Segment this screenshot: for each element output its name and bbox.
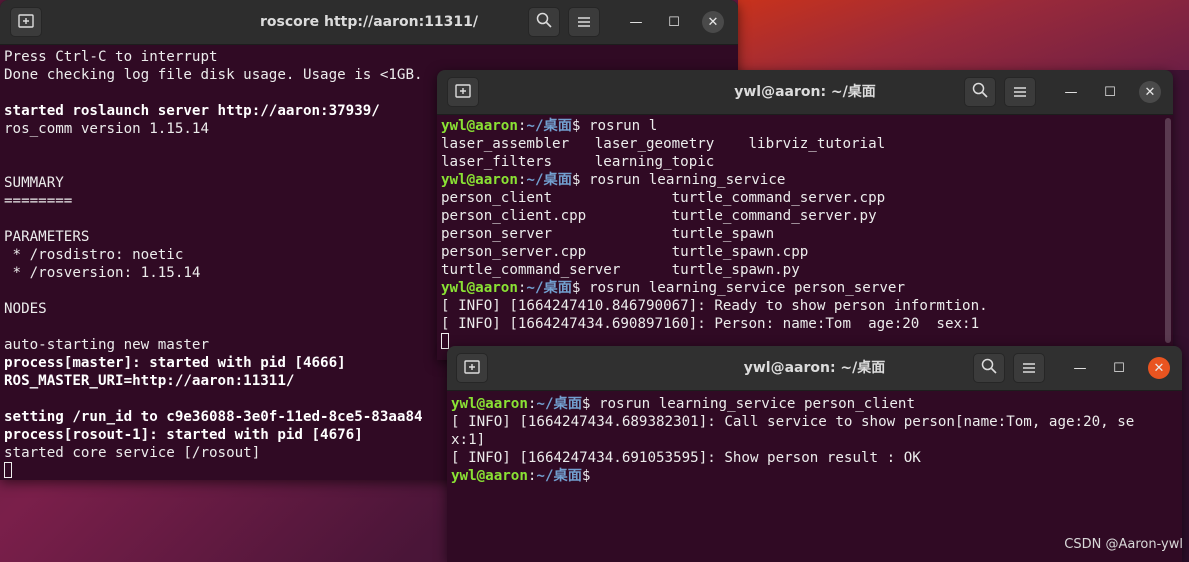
minimize-icon: —	[629, 14, 643, 30]
output-text: turtle_command_server turtle_spawn.py	[441, 262, 800, 278]
terminal-line: ywl@aaron:~/桌面$ rosrun l	[441, 117, 1173, 135]
search-button[interactable]	[964, 77, 996, 107]
new-tab-icon	[18, 13, 34, 32]
close-button[interactable]: ✕	[702, 11, 724, 33]
minimize-icon: —	[1064, 84, 1078, 100]
prompt-path: ~/桌面	[536, 468, 582, 484]
terminal-line: laser_assembler laser_geometry librviz_t…	[441, 135, 1173, 153]
command-text: rosrun learning_service person_client	[590, 396, 916, 412]
search-button[interactable]	[528, 7, 560, 37]
prompt-path: ~/桌面	[526, 118, 572, 134]
menu-button[interactable]	[1013, 353, 1045, 383]
maximize-button[interactable]: ☐	[1099, 81, 1121, 103]
prompt-user: ywl@aaron	[451, 396, 528, 412]
output-text: person_client.cpp turtle_command_server.…	[441, 208, 877, 224]
prompt-symbol: $	[581, 468, 591, 484]
cursor	[4, 462, 12, 478]
terminal-window-server: ywl@aaron: ~/桌面 — ☐ ✕ ywl@aaron:~/桌面$ ro…	[437, 70, 1173, 360]
output-text: [ INFO] [1664247434.690897160]: Person: …	[441, 316, 980, 332]
prompt-path: ~/桌面	[526, 280, 572, 296]
hamburger-menu-icon	[1022, 359, 1036, 378]
prompt-user: ywl@aaron	[441, 280, 518, 296]
search-icon	[536, 12, 552, 32]
prompt-user: ywl@aaron	[451, 468, 528, 484]
maximize-icon: ☐	[1113, 360, 1125, 376]
command-text: rosrun learning_service	[580, 172, 786, 188]
minimize-button[interactable]: —	[625, 11, 647, 33]
terminal-line: [ INFO] [1664247410.846790067]: Ready to…	[441, 297, 1173, 315]
hamburger-menu-icon	[577, 13, 591, 32]
terminal-line: ywl@aaron:~/桌面$ rosrun learning_service …	[441, 279, 1173, 297]
output-text: x:1]	[451, 432, 486, 448]
search-icon	[972, 82, 988, 102]
output-text: [ INFO] [1664247410.846790067]: Ready to…	[441, 298, 988, 314]
watermark: CSDN @Aaron-ywl	[1064, 537, 1183, 552]
close-icon: ✕	[1153, 360, 1165, 376]
maximize-button[interactable]: ☐	[1108, 357, 1130, 379]
minimize-icon: —	[1073, 360, 1087, 376]
scrollbar[interactable]	[1165, 118, 1171, 343]
new-tab-icon	[455, 83, 471, 102]
terminal-output[interactable]: ywl@aaron:~/桌面$ rosrun learning_service …	[447, 391, 1182, 485]
terminal-line: laser_filters learning_topic	[441, 153, 1173, 171]
maximize-button[interactable]: ☐	[663, 11, 685, 33]
terminal-line: Press Ctrl-C to interrupt	[4, 49, 218, 65]
prompt-user: ywl@aaron	[441, 118, 518, 134]
prompt-path: ~/桌面	[526, 172, 572, 188]
titlebar: ywl@aaron: ~/桌面 — ☐ ✕	[437, 70, 1173, 115]
terminal-line: ywl@aaron:~/桌面$ rosrun learning_service	[441, 171, 1173, 189]
terminal-line: ywl@aaron:~/桌面$ rosrun learning_service …	[451, 395, 1182, 413]
minimize-button[interactable]: —	[1060, 81, 1082, 103]
output-text: person_client turtle_command_server.cpp	[441, 190, 886, 206]
terminal-line: ywl@aaron:~/桌面$	[451, 467, 1182, 485]
output-text: laser_filters learning_topic	[441, 154, 715, 170]
search-icon	[981, 358, 997, 378]
prompt-user: ywl@aaron	[441, 172, 518, 188]
menu-button[interactable]	[568, 7, 600, 37]
new-tab-button[interactable]	[10, 7, 42, 37]
titlebar: roscore http://aaron:11311/ — ☐ ✕	[0, 0, 738, 45]
command-text: rosrun learning_service person_server	[580, 280, 906, 296]
terminal-window-client: ywl@aaron: ~/桌面 — ☐ ✕ ywl@aaron:~/桌面$ ro…	[447, 346, 1182, 562]
output-text: [ INFO] [1664247434.689382301]: Call ser…	[451, 414, 1135, 430]
new-tab-button[interactable]	[447, 77, 479, 107]
command-text: rosrun l	[580, 118, 658, 134]
terminal-output[interactable]: ywl@aaron:~/桌面$ rosrun l laser_assembler …	[437, 115, 1173, 351]
desktop-wallpaper-accent	[738, 0, 1189, 70]
terminal-line: person_client.cpp turtle_command_server.…	[441, 207, 1173, 225]
prompt-path: ~/桌面	[536, 396, 582, 412]
close-icon: ✕	[1144, 84, 1156, 100]
terminal-line: person_server.cpp turtle_spawn.cpp	[441, 243, 1173, 261]
titlebar: ywl@aaron: ~/桌面 — ☐ ✕	[447, 346, 1182, 391]
hamburger-menu-icon	[1013, 83, 1027, 102]
terminal-line: [ INFO] [1664247434.689382301]: Call ser…	[451, 413, 1182, 431]
output-text: laser_assembler laser_geometry librviz_t…	[441, 136, 886, 152]
maximize-icon: ☐	[668, 14, 680, 30]
terminal-line: person_server turtle_spawn	[441, 225, 1173, 243]
output-text: person_server.cpp turtle_spawn.cpp	[441, 244, 809, 260]
menu-button[interactable]	[1004, 77, 1036, 107]
terminal-line: [ INFO] [1664247434.690897160]: Person: …	[441, 315, 1173, 333]
terminal-line: person_client turtle_command_server.cpp	[441, 189, 1173, 207]
terminal-line: turtle_command_server turtle_spawn.py	[441, 261, 1173, 279]
close-button[interactable]: ✕	[1148, 357, 1170, 379]
output-text: person_server turtle_spawn	[441, 226, 775, 242]
terminal-line: x:1]	[451, 431, 1182, 449]
close-icon: ✕	[707, 14, 719, 30]
minimize-button[interactable]: —	[1069, 357, 1091, 379]
search-button[interactable]	[973, 353, 1005, 383]
terminal-line: [ INFO] [1664247434.691053595]: Show per…	[451, 449, 1182, 467]
new-tab-button[interactable]	[456, 353, 488, 383]
maximize-icon: ☐	[1104, 84, 1116, 100]
new-tab-icon	[464, 359, 480, 378]
close-button[interactable]: ✕	[1139, 81, 1161, 103]
output-text: [ INFO] [1664247434.691053595]: Show per…	[451, 450, 921, 466]
